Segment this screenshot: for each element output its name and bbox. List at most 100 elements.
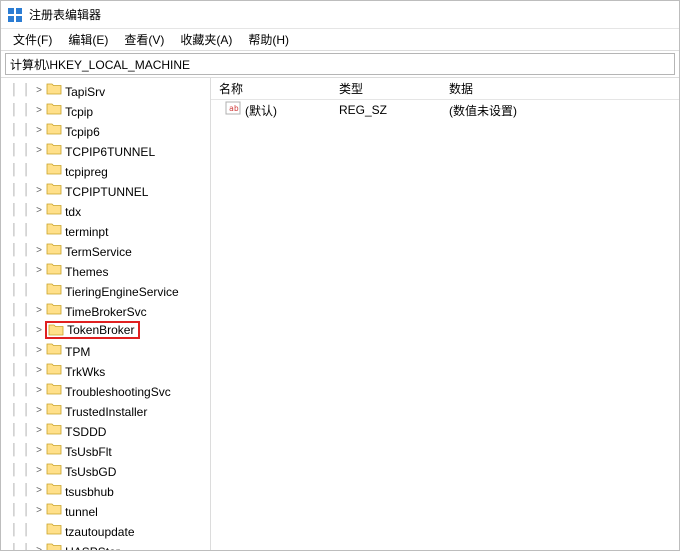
menu-favorites[interactable]: 收藏夹(A) [172, 29, 240, 50]
menu-view[interactable]: 查看(V) [116, 29, 172, 50]
tree-label: tdx [65, 205, 81, 219]
expand-icon[interactable]: > [33, 265, 45, 276]
expand-icon[interactable]: > [33, 505, 45, 516]
expand-icon[interactable]: > [33, 345, 45, 356]
tree-item-timebrokersvc[interactable]: │ │ >TimeBrokerSvc [1, 300, 210, 320]
tree-gutter: │ │ [9, 444, 33, 456]
tree-item-tieringengineservice[interactable]: │ │ TieringEngineService [1, 280, 210, 300]
expand-icon[interactable]: > [33, 405, 45, 416]
folder-icon [46, 385, 62, 399]
content-area: │ │ >TapiSrv │ │ >Tcpip │ │ > Tcpip6 │ │ … [1, 77, 679, 550]
value-type: REG_SZ [331, 103, 441, 117]
tree-item-themes[interactable]: │ │ >Themes [1, 260, 210, 280]
tree-item-tapisrv[interactable]: │ │ >TapiSrv [1, 80, 210, 100]
expand-icon[interactable]: > [33, 325, 45, 336]
expand-icon[interactable]: > [33, 105, 45, 116]
folder-icon [46, 145, 62, 159]
tree-gutter: │ │ [9, 384, 33, 396]
tree-label: TrustedInstaller [65, 405, 147, 419]
tree-pane[interactable]: │ │ >TapiSrv │ │ >Tcpip │ │ > Tcpip6 │ │ … [1, 78, 211, 550]
tree-item-termservice[interactable]: │ │ >TermService [1, 240, 210, 260]
value-data: (数值未设置) [441, 102, 679, 119]
tree-gutter: │ │ [9, 464, 33, 476]
tree-label: Tcpip6 [65, 125, 100, 139]
folder-icon [46, 425, 62, 439]
tree-label: tsusbhub [65, 485, 114, 499]
expand-icon[interactable]: > [33, 305, 45, 316]
tree-item-uaspstor[interactable]: │ │ >UASPStor [1, 540, 210, 550]
expand-icon[interactable]: > [33, 425, 45, 436]
tree-gutter: │ │ [9, 84, 33, 96]
tree-item-trkwks[interactable]: │ │ >TrkWks [1, 360, 210, 380]
tree-gutter: │ │ [9, 204, 33, 216]
tree-gutter: │ │ [9, 504, 33, 516]
menu-edit[interactable]: 编辑(E) [60, 29, 116, 50]
tree-item-tdx[interactable]: │ │ > tdx [1, 200, 210, 220]
folder-icon [46, 465, 62, 479]
tree-item-tsusbflt[interactable]: │ │ > TsUsbFlt [1, 440, 210, 460]
folder-icon [48, 323, 64, 337]
window-title: 注册表编辑器 [29, 6, 101, 23]
folder-icon [46, 125, 62, 139]
col-data[interactable]: 数据 [441, 80, 679, 97]
folder-icon [46, 265, 62, 279]
tree-gutter: │ │ [9, 104, 33, 116]
tree-item-tpm[interactable]: │ │ >TPM [1, 340, 210, 360]
tree-item-tcpip[interactable]: │ │ >Tcpip [1, 100, 210, 120]
tree-item-tzautoupdate[interactable]: │ │ tzautoupdate [1, 520, 210, 540]
tree-label: tcpipreg [65, 165, 108, 179]
tree-item-tcpip6tunnel[interactable]: │ │ >TCPIP6TUNNEL [1, 140, 210, 160]
expand-icon[interactable]: > [33, 145, 45, 156]
expand-icon[interactable]: > [33, 365, 45, 376]
folder-icon [46, 285, 62, 299]
list-pane[interactable]: 名称 类型 数据 ab(默认)REG_SZ(数值未设置) [211, 78, 679, 550]
folder-icon [46, 165, 62, 179]
tree-item-terminpt[interactable]: │ │ terminpt [1, 220, 210, 240]
tree-item-trustedinstaller[interactable]: │ │ > TrustedInstaller [1, 400, 210, 420]
string-value-icon: ab [225, 101, 241, 115]
tree-item-tcpip6[interactable]: │ │ >Tcpip6 [1, 120, 210, 140]
tree-gutter: │ │ [9, 164, 33, 176]
tree-label: tunnel [65, 505, 98, 519]
expand-icon[interactable]: > [33, 545, 45, 551]
tree-label: TSDDD [65, 425, 106, 439]
expand-icon[interactable]: > [33, 465, 45, 476]
list-header: 名称 类型 数据 [211, 78, 679, 100]
tree-gutter: │ │ [9, 404, 33, 416]
folder-icon [46, 105, 62, 119]
tree-label: TsUsbFlt [65, 445, 112, 459]
expand-icon[interactable]: > [33, 485, 45, 496]
menu-bar: 文件(F) 编辑(E) 查看(V) 收藏夹(A) 帮助(H) [1, 29, 679, 51]
tree-gutter: │ │ [9, 284, 33, 296]
tree-item-tsusbgd[interactable]: │ │ >TsUsbGD [1, 460, 210, 480]
list-row[interactable]: ab(默认)REG_SZ(数值未设置) [211, 100, 679, 120]
folder-icon [46, 185, 62, 199]
col-type[interactable]: 类型 [331, 80, 441, 97]
folder-icon [46, 485, 62, 499]
tree-gutter: │ │ [9, 184, 33, 196]
expand-icon[interactable]: > [33, 245, 45, 256]
tree-label: TCPIP6TUNNEL [65, 145, 155, 159]
address-bar[interactable]: 计算机\HKEY_LOCAL_MACHINE [5, 53, 675, 75]
tree-item-tsddd[interactable]: │ │ >TSDDD [1, 420, 210, 440]
tree-item-tsusbhub[interactable]: │ │ > tsusbhub [1, 480, 210, 500]
tree-label: TermService [65, 245, 132, 259]
menu-file[interactable]: 文件(F) [5, 29, 60, 50]
expand-icon[interactable]: > [33, 85, 45, 96]
col-name[interactable]: 名称 [211, 80, 331, 97]
tree-item-tcpipreg[interactable]: │ │ tcpipreg [1, 160, 210, 180]
menu-help[interactable]: 帮助(H) [240, 29, 297, 50]
app-icon [7, 7, 23, 23]
expand-icon[interactable]: > [33, 385, 45, 396]
expand-icon[interactable]: > [33, 205, 45, 216]
folder-icon [46, 225, 62, 239]
expand-icon[interactable]: > [33, 185, 45, 196]
tree-item-tcpiptunnel[interactable]: │ │ >TCPIPTUNNEL [1, 180, 210, 200]
expand-icon[interactable]: > [33, 125, 45, 136]
expand-icon[interactable]: > [33, 445, 45, 456]
tree-item-tokenbroker[interactable]: │ │ >TokenBroker [1, 320, 210, 340]
title-bar: 注册表编辑器 [1, 1, 679, 29]
tree-item-tunnel[interactable]: │ │ > tunnel [1, 500, 210, 520]
tree-gutter: │ │ [9, 484, 33, 496]
tree-item-troubleshootingsvc[interactable]: │ │ >TroubleshootingSvc [1, 380, 210, 400]
